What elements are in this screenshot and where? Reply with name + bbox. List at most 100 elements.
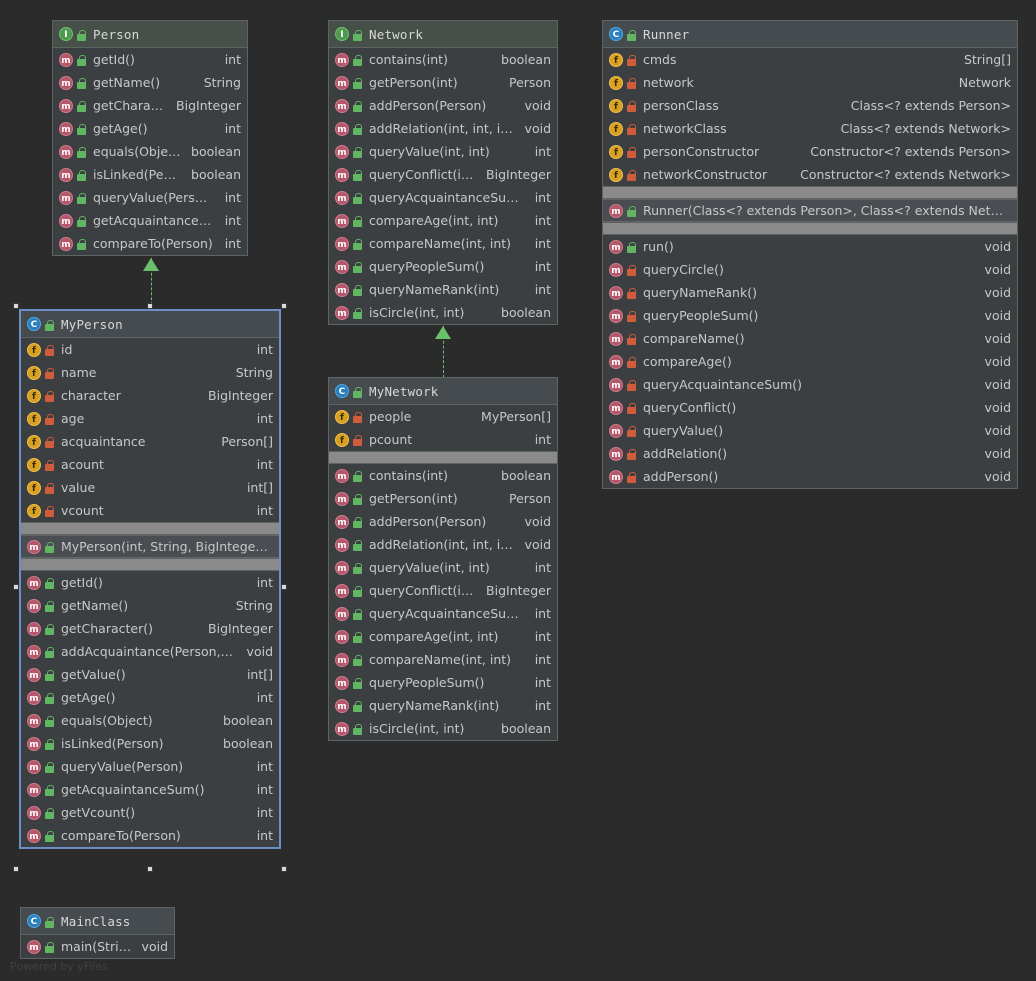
member-row[interactable]: m queryValue(int, int) int bbox=[329, 140, 557, 163]
member-row[interactable]: m queryConflict() void bbox=[603, 396, 1017, 419]
field-row[interactable]: f pcount int bbox=[329, 428, 557, 451]
member-row[interactable]: m compareAge(int, int) int bbox=[329, 625, 557, 648]
member-row[interactable]: m equals(Object) boolean bbox=[53, 140, 247, 163]
field-row[interactable]: f network Network bbox=[603, 71, 1017, 94]
field-row[interactable]: f people MyPerson[] bbox=[329, 405, 557, 428]
member-row[interactable]: m addRelation() void bbox=[603, 442, 1017, 465]
member-row[interactable]: m getName() String bbox=[21, 594, 279, 617]
edge-mynetwork-implements-network[interactable] bbox=[435, 326, 451, 378]
selection-handle-top-center[interactable] bbox=[147, 303, 153, 309]
field-row[interactable]: f age int bbox=[21, 407, 279, 430]
uml-node-runner[interactable]: C Runner f cmds String[] f network Network f pe… bbox=[602, 20, 1018, 489]
member-row[interactable]: m addRelation(int, int, int) void bbox=[329, 117, 557, 140]
member-row[interactable]: m isCircle(int, int) boolean bbox=[329, 717, 557, 740]
field-row[interactable]: f acount int bbox=[21, 453, 279, 476]
member-row[interactable]: m queryNameRank(int) int bbox=[329, 278, 557, 301]
member-row[interactable]: m queryPeopleSum() int bbox=[329, 255, 557, 278]
member-row[interactable]: m main(String[]) void bbox=[21, 935, 174, 958]
selection-handle-bottom-right[interactable] bbox=[281, 866, 287, 872]
member-row[interactable]: m getCharacter() BigInteger bbox=[53, 94, 247, 117]
member-row[interactable]: m queryNameRank() void bbox=[603, 281, 1017, 304]
public-lock-icon bbox=[76, 28, 87, 41]
member-row[interactable]: m compareName(int, int) int bbox=[329, 648, 557, 671]
field-row[interactable]: f value int[] bbox=[21, 476, 279, 499]
node-header-mynetwork[interactable]: C MyNetwork bbox=[329, 378, 557, 405]
field-row[interactable]: f cmds String[] bbox=[603, 48, 1017, 71]
member-row[interactable]: m getId() int bbox=[53, 48, 247, 71]
selection-handle-top-right[interactable] bbox=[281, 303, 287, 309]
member-row[interactable]: m addRelation(int, int, int) void bbox=[329, 533, 557, 556]
method-icon: m bbox=[335, 236, 349, 251]
member-row[interactable]: m queryAcquaintanceSum() void bbox=[603, 373, 1017, 396]
member-row[interactable]: m contains(int) boolean bbox=[329, 464, 557, 487]
uml-node-person[interactable]: I Person m getId() int m getName() String m get… bbox=[52, 20, 248, 256]
field-row[interactable]: f character BigInteger bbox=[21, 384, 279, 407]
member-row[interactable]: m queryAcquaintanceSum(int) int bbox=[329, 602, 557, 625]
selection-handle-bottom-left[interactable] bbox=[13, 866, 19, 872]
member-row[interactable]: m compareName(int, int) int bbox=[329, 232, 557, 255]
field-row[interactable]: f networkConstructor Constructor<? extends… bbox=[603, 163, 1017, 186]
member-row[interactable]: m queryConflict(int, int) BigInteger bbox=[329, 163, 557, 186]
member-row[interactable]: m isCircle(int, int) boolean bbox=[329, 301, 557, 324]
member-row[interactable]: m queryValue(Person) int bbox=[53, 186, 247, 209]
node-header-person[interactable]: I Person bbox=[53, 21, 247, 48]
node-header-mainclass[interactable]: C MainClass bbox=[21, 908, 174, 935]
field-row[interactable]: f personConstructor Constructor<? extends … bbox=[603, 140, 1017, 163]
method-icon: m bbox=[609, 423, 623, 438]
uml-node-myperson[interactable]: C MyPerson f id int f name String f character Bi… bbox=[19, 309, 281, 849]
uml-diagram-canvas[interactable]: I Person m getId() int m getName() String m get… bbox=[0, 0, 1036, 981]
member-row[interactable]: m addAcquaintance(Person, int) void bbox=[21, 640, 279, 663]
member-row[interactable]: m compareAge() void bbox=[603, 350, 1017, 373]
member-row[interactable]: m queryValue() void bbox=[603, 419, 1017, 442]
uml-node-mynetwork[interactable]: C MyNetwork f people MyPerson[] f pcount int … bbox=[328, 377, 558, 741]
member-row[interactable]: m compareTo(Person) int bbox=[21, 824, 279, 847]
member-row[interactable]: m getId() int bbox=[21, 571, 279, 594]
member-row[interactable]: m queryCircle() void bbox=[603, 258, 1017, 281]
member-row[interactable]: m getPerson(int) Person bbox=[329, 71, 557, 94]
field-row[interactable]: f id int bbox=[21, 338, 279, 361]
member-row[interactable]: m addPerson() void bbox=[603, 465, 1017, 488]
member-row[interactable]: m compareTo(Person) int bbox=[53, 232, 247, 255]
field-row[interactable]: f personClass Class<? extends Person> bbox=[603, 94, 1017, 117]
constructor-row[interactable]: m Runner(Class<? extends Person>, Class<?… bbox=[603, 199, 1017, 222]
member-row[interactable]: m getValue() int[] bbox=[21, 663, 279, 686]
constructor-row[interactable]: m MyPerson(int, String, BigInteger, int) bbox=[21, 535, 279, 558]
member-row[interactable]: m isLinked(Person) boolean bbox=[53, 163, 247, 186]
member-row[interactable]: m addPerson(Person) void bbox=[329, 510, 557, 533]
member-row[interactable]: m getAge() int bbox=[53, 117, 247, 140]
node-header-runner[interactable]: C Runner bbox=[603, 21, 1017, 48]
member-row[interactable]: m queryPeopleSum() void bbox=[603, 304, 1017, 327]
field-row[interactable]: f networkClass Class<? extends Network> bbox=[603, 117, 1017, 140]
member-row[interactable]: m run() void bbox=[603, 235, 1017, 258]
member-row[interactable]: m queryValue(int, int) int bbox=[329, 556, 557, 579]
node-header-network[interactable]: I Network bbox=[329, 21, 557, 48]
member-row[interactable]: m queryAcquaintanceSum(int) int bbox=[329, 186, 557, 209]
selection-handle-middle-left[interactable] bbox=[13, 584, 19, 590]
selection-handle-bottom-center[interactable] bbox=[147, 866, 153, 872]
member-row[interactable]: m getAcquaintanceSum() int bbox=[21, 778, 279, 801]
member-row[interactable]: m getVcount() int bbox=[21, 801, 279, 824]
uml-node-network[interactable]: I Network m contains(int) boolean m getPerso… bbox=[328, 20, 558, 325]
member-row[interactable]: m queryPeopleSum() int bbox=[329, 671, 557, 694]
member-row[interactable]: m queryNameRank(int) int bbox=[329, 694, 557, 717]
member-row[interactable]: m equals(Object) boolean bbox=[21, 709, 279, 732]
member-row[interactable]: m queryConflict(int, int) BigInteger bbox=[329, 579, 557, 602]
field-row[interactable]: f acquaintance Person[] bbox=[21, 430, 279, 453]
member-row[interactable]: m getPerson(int) Person bbox=[329, 487, 557, 510]
selection-handle-middle-right[interactable] bbox=[281, 584, 287, 590]
member-row[interactable]: m contains(int) boolean bbox=[329, 48, 557, 71]
node-header-myperson[interactable]: C MyPerson bbox=[21, 311, 279, 338]
member-row[interactable]: m compareAge(int, int) int bbox=[329, 209, 557, 232]
member-row[interactable]: m getName() String bbox=[53, 71, 247, 94]
field-row[interactable]: f vcount int bbox=[21, 499, 279, 522]
member-row[interactable]: m compareName() void bbox=[603, 327, 1017, 350]
uml-node-mainclass[interactable]: C MainClass m main(String[]) void bbox=[20, 907, 175, 959]
member-row[interactable]: m getAge() int bbox=[21, 686, 279, 709]
member-row[interactable]: m isLinked(Person) boolean bbox=[21, 732, 279, 755]
member-row[interactable]: m queryValue(Person) int bbox=[21, 755, 279, 778]
field-row[interactable]: f name String bbox=[21, 361, 279, 384]
selection-handle-top-left[interactable] bbox=[13, 303, 19, 309]
member-row[interactable]: m getAcquaintanceSum() int bbox=[53, 209, 247, 232]
member-row[interactable]: m addPerson(Person) void bbox=[329, 94, 557, 117]
member-row[interactable]: m getCharacter() BigInteger bbox=[21, 617, 279, 640]
